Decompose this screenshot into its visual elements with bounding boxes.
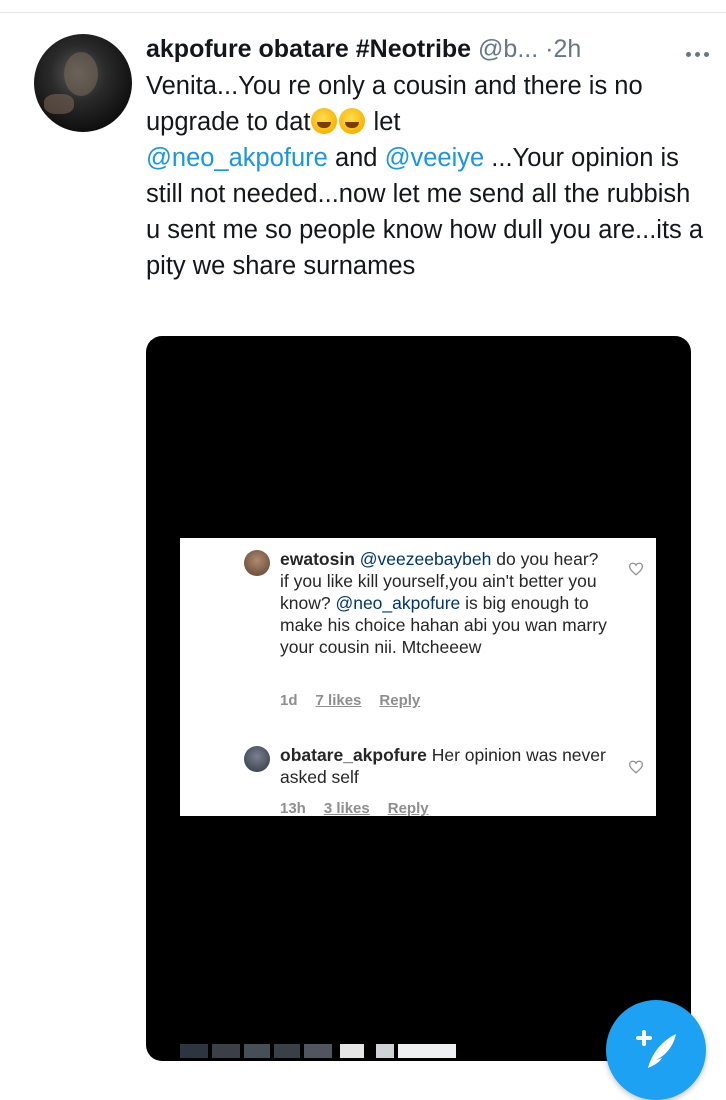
comment-likes: 3 likes — [323, 800, 370, 817]
avatar-hand-shape — [44, 94, 74, 114]
commenter-avatar — [244, 550, 270, 576]
comment-meta: 1d 7 likes Reply — [280, 692, 438, 709]
comment-username: ewatosin — [280, 549, 355, 569]
tweet-header: akpofure obatare #Neotribe @b... ·2h — [146, 32, 716, 66]
rolling-laughing-emoji-icon — [311, 108, 338, 134]
thumbnail — [212, 1044, 240, 1058]
comment-reply: Reply — [379, 692, 421, 709]
top-divider — [0, 12, 726, 13]
tweet-text-part: and — [327, 144, 385, 172]
comment-likes: 7 likes — [315, 692, 362, 709]
tweet-time[interactable]: 2h — [553, 35, 581, 63]
compose-tweet-button[interactable] — [606, 1000, 706, 1100]
author-handle[interactable]: @b... — [478, 35, 538, 63]
avatar-face-shape — [64, 52, 98, 96]
heart-outline-icon — [628, 562, 644, 576]
tweet-text-part: let — [366, 108, 401, 136]
comment-mention: @neo_akpofure — [335, 593, 461, 613]
commenter-avatar — [244, 746, 270, 772]
author-avatar[interactable] — [34, 34, 132, 132]
embedded-comments-screenshot: ewatosin @veezeebaybeh do you hear? if y… — [180, 538, 656, 817]
thumbnail — [376, 1044, 394, 1058]
comment-reply: Reply — [387, 800, 429, 817]
comment-mention: @veezeebaybeh — [359, 549, 492, 569]
mention-link[interactable]: @veeiye — [385, 144, 485, 172]
compose-tweet-icon — [636, 1030, 676, 1068]
comment-body: ewatosin @veezeebaybeh do you hear? if y… — [280, 548, 610, 658]
thumbnail-strip — [180, 1044, 480, 1060]
comment-body: obatare_akpofure Her opinion was never a… — [280, 744, 610, 788]
thumbnail — [398, 1044, 456, 1058]
comment-time: 13h — [280, 800, 306, 817]
comment-username: obatare_akpofure — [280, 745, 427, 765]
thumbnail — [244, 1044, 270, 1058]
rolling-laughing-emoji-icon — [339, 108, 366, 134]
heart-outline-icon — [628, 760, 644, 774]
tweet-text: Venita...You re only a cousin and there … — [146, 68, 706, 284]
thumbnail — [304, 1044, 332, 1058]
thumbnail — [340, 1044, 364, 1058]
author-name[interactable]: akpofure obatare #Neotribe — [146, 35, 471, 63]
thumbnail — [180, 1044, 208, 1058]
comment-meta: 13h 3 likes Reply — [280, 800, 447, 817]
thumbnail — [274, 1044, 300, 1058]
tweet-media-image[interactable]: ewatosin @veezeebaybeh do you hear? if y… — [146, 336, 691, 1061]
mention-link[interactable]: @neo_akpofure — [146, 144, 328, 172]
more-dots-icon[interactable] — [686, 44, 716, 57]
comment-time: 1d — [280, 692, 298, 709]
